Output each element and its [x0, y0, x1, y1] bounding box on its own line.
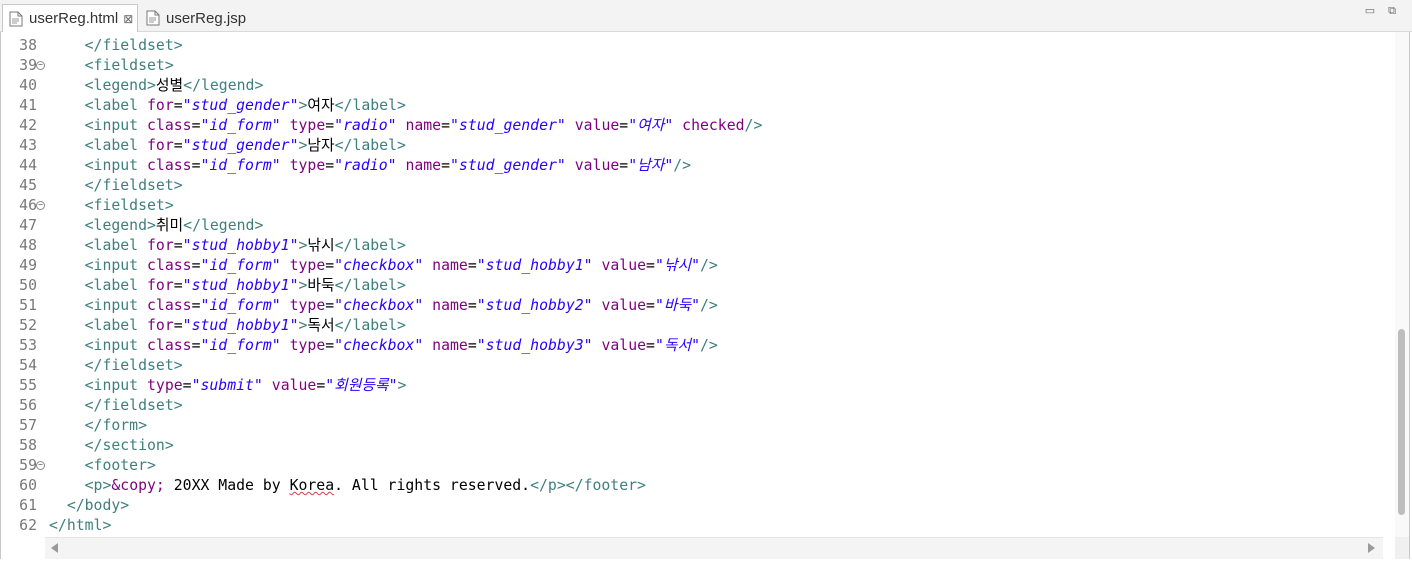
code-text: </form>: [84, 417, 148, 434]
line-number: 40: [19, 77, 37, 94]
line-number: 48: [19, 237, 37, 254]
line-number: 61: [19, 497, 37, 514]
tab-label: userReg.jsp: [166, 9, 247, 27]
code-text: <label for="stud_hobby1">바둑</label>: [84, 277, 406, 294]
code-line[interactable]: 51 <input class="id_form" type="checkbox…: [1, 296, 1381, 316]
minimize-icon[interactable]: ▭: [1363, 5, 1377, 17]
jsp-file-icon: [146, 10, 160, 26]
code-text: <fieldset>: [84, 197, 174, 214]
code-text: <legend>취미</legend>: [84, 217, 264, 234]
line-number: 47: [19, 217, 37, 234]
code-line[interactable]: 38 </fieldset>: [1, 36, 1381, 56]
line-number: 53: [19, 337, 37, 354]
tab-userreg-html[interactable]: userReg.html ⊠: [2, 4, 138, 32]
code-line[interactable]: 56 </fieldset>: [1, 396, 1381, 416]
code-line[interactable]: 48 <label for="stud_hobby1">낚시</label>: [1, 236, 1381, 256]
line-number: 41: [19, 97, 37, 114]
code-text: </fieldset>: [84, 177, 183, 194]
code-line[interactable]: 54 </fieldset>: [1, 356, 1381, 376]
scroll-left-arrow-icon[interactable]: [51, 543, 58, 553]
line-number: 54: [19, 357, 37, 374]
line-number: 39: [19, 57, 37, 74]
tab-label: userReg.html: [29, 10, 119, 27]
horizontal-scrollbar[interactable]: [45, 537, 1383, 559]
tab-userreg-jsp[interactable]: userReg.jsp: [144, 4, 254, 32]
vertical-scrollbar[interactable]: [1395, 32, 1409, 537]
line-number: 55: [19, 377, 37, 394]
code-line[interactable]: 55 <input type="submit" value="회원등록">: [1, 376, 1381, 396]
code-text: <input type="submit" value="회원등록">: [84, 377, 407, 394]
code-text: </fieldset>: [84, 37, 183, 54]
code-line[interactable]: 39− <fieldset>: [1, 56, 1381, 76]
code-line[interactable]: 53 <input class="id_form" type="checkbox…: [1, 336, 1381, 356]
code-text: <input class="id_form" type="radio" name…: [84, 117, 763, 134]
code-line[interactable]: 60 <p>&copy; 20XX Made by Korea. All rig…: [1, 476, 1381, 496]
code-text: <footer>: [84, 457, 156, 474]
line-number: 60: [19, 477, 37, 494]
close-tab-icon[interactable]: ⊠: [123, 12, 133, 26]
code-text: </body>: [66, 497, 130, 514]
code-text: <label for="stud_hobby1">독서</label>: [84, 317, 406, 334]
code-line[interactable]: 43 <label for="stud_gender">남자</label>: [1, 136, 1381, 156]
line-number: 42: [19, 117, 37, 134]
code-line[interactable]: 47 <legend>취미</legend>: [1, 216, 1381, 236]
editor-tab-bar: userReg.html ⊠ userReg.jsp ▭ ⧉: [0, 0, 1412, 32]
scroll-right-arrow-icon[interactable]: [1368, 543, 1375, 553]
code-text: <input class="id_form" type="radio" name…: [84, 157, 692, 174]
line-number: 38: [19, 37, 37, 54]
code-line[interactable]: 46− <fieldset>: [1, 196, 1381, 216]
line-number: 50: [19, 277, 37, 294]
code-text: <label for="stud_hobby1">낚시</label>: [84, 237, 406, 254]
code-line[interactable]: 61 </body>: [1, 496, 1381, 516]
scrollbar-corner: [1395, 537, 1409, 559]
maximize-icon[interactable]: ⧉: [1385, 5, 1399, 17]
vertical-scroll-thumb[interactable]: [1398, 329, 1405, 515]
html-file-icon: [9, 11, 23, 27]
code-text: <legend>성별</legend>: [84, 77, 264, 94]
code-line[interactable]: 45 </fieldset>: [1, 176, 1381, 196]
fold-collapse-icon[interactable]: −: [36, 461, 45, 470]
line-number: 58: [19, 437, 37, 454]
fold-collapse-icon[interactable]: −: [36, 61, 45, 70]
line-number: 56: [19, 397, 37, 414]
code-text: <input class="id_form" type="checkbox" n…: [84, 337, 718, 354]
code-line[interactable]: 42 <input class="id_form" type="radio" n…: [1, 116, 1381, 136]
code-line[interactable]: 49 <input class="id_form" type="checkbox…: [1, 256, 1381, 276]
code-line[interactable]: 57 </form>: [1, 416, 1381, 436]
code-line[interactable]: 52 <label for="stud_hobby1">독서</label>: [1, 316, 1381, 336]
code-line[interactable]: 62 </html>: [1, 516, 1381, 536]
code-text: </section>: [84, 437, 174, 454]
line-number: 43: [19, 137, 37, 154]
code-line[interactable]: 44 <input class="id_form" type="radio" n…: [1, 156, 1381, 176]
code-text: <fieldset>: [84, 57, 174, 74]
code-line[interactable]: 59− <footer>: [1, 456, 1381, 476]
code-text: <label for="stud_gender">여자</label>: [84, 97, 406, 114]
code-line[interactable]: 50 <label for="stud_hobby1">바둑</label>: [1, 276, 1381, 296]
line-number: 45: [19, 177, 37, 194]
code-text: </fieldset>: [84, 357, 183, 374]
code-line[interactable]: 58 </section>: [1, 436, 1381, 456]
code-editor[interactable]: 38 </fieldset> 39− <fieldset> 40 <legend>성…: [0, 32, 1410, 559]
code-line[interactable]: 40 <legend>성별</legend>: [1, 76, 1381, 96]
code-line[interactable]: 41 <label for="stud_gender">여자</label>: [1, 96, 1381, 116]
code-text: <p>&copy; 20XX Made by Korea. All rights…: [84, 477, 646, 494]
fold-collapse-icon[interactable]: −: [36, 201, 45, 210]
line-number: 62: [19, 517, 37, 534]
line-number: 51: [19, 297, 37, 314]
line-number: 44: [19, 157, 37, 174]
line-number: 46: [19, 197, 37, 214]
line-number: 59: [19, 457, 37, 474]
code-text: <label for="stud_gender">남자</label>: [84, 137, 406, 154]
line-number: 57: [19, 417, 37, 434]
code-text: <input class="id_form" type="checkbox" n…: [84, 297, 718, 314]
code-text: </fieldset>: [84, 397, 183, 414]
line-number: 52: [19, 317, 37, 334]
code-text: </html>: [49, 517, 112, 534]
code-text: <input class="id_form" type="checkbox" n…: [84, 257, 718, 274]
line-number: 49: [19, 257, 37, 274]
